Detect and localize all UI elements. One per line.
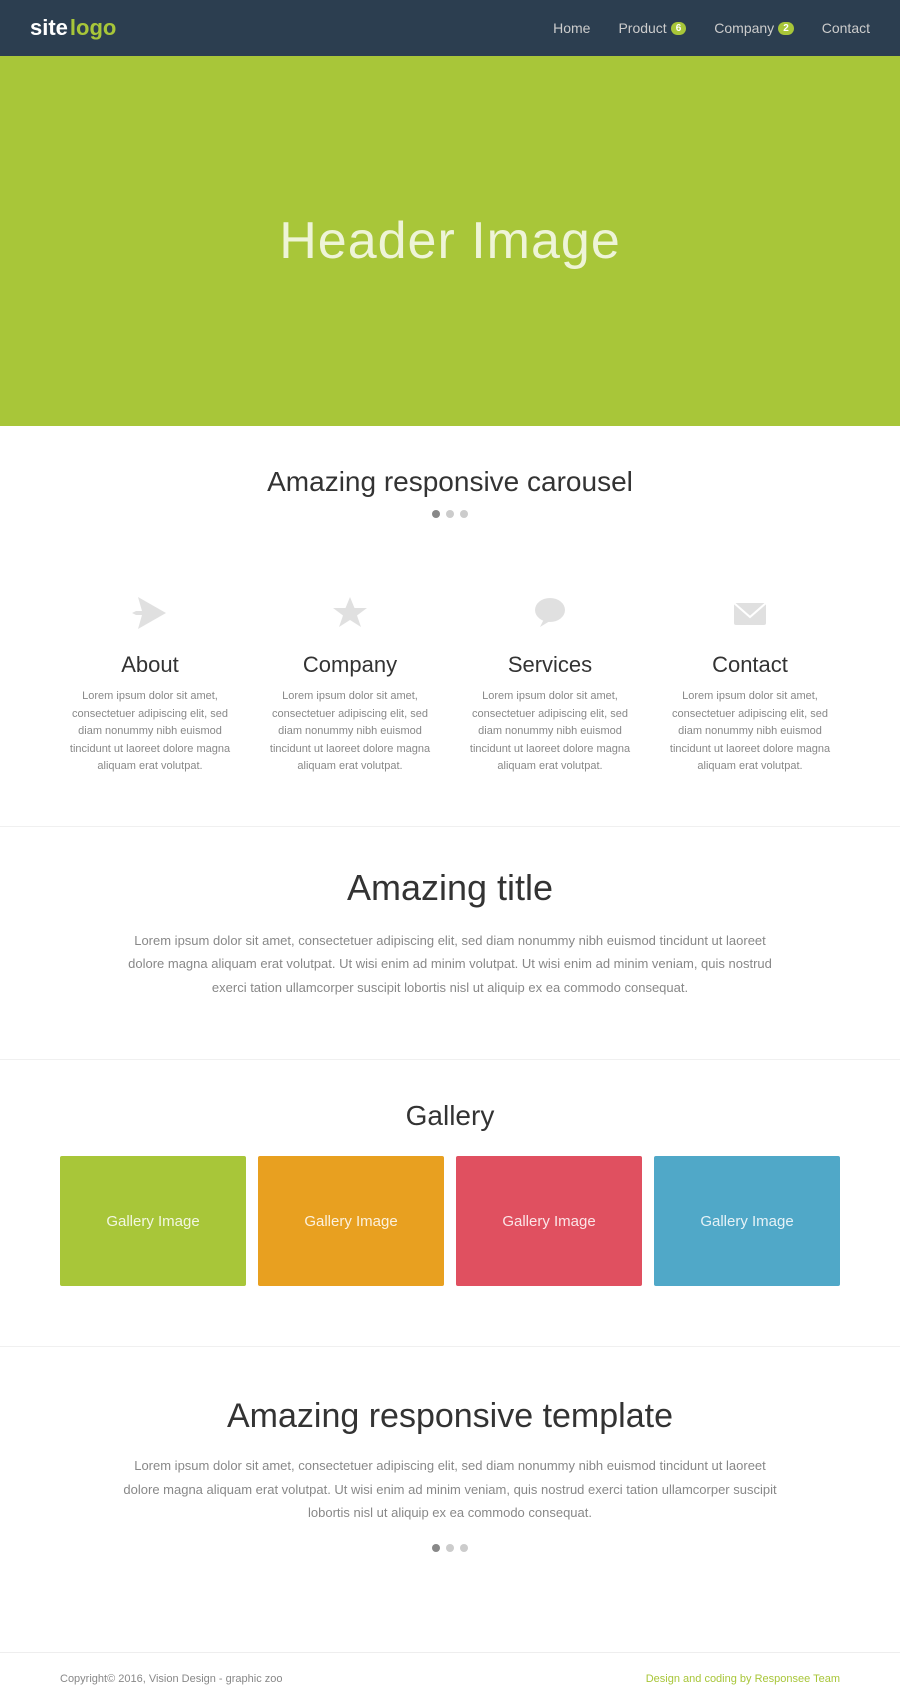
- star-icon: [260, 588, 440, 638]
- nav-company-badge: 2: [778, 22, 794, 35]
- template-dot-2[interactable]: [446, 1544, 454, 1552]
- nav-contact-label: Contact: [822, 20, 870, 36]
- feature-about: About Lorem ipsum dolor sit amet, consec…: [60, 588, 240, 776]
- amazing-title: Amazing title: [120, 867, 780, 909]
- footer: Copyright© 2016, Vision Design - graphic…: [0, 1652, 900, 1705]
- carousel-dot-2[interactable]: [446, 510, 454, 518]
- navbar: sitelogo Home Product 6 Company 2 Contac…: [0, 0, 900, 56]
- footer-copyright: Copyright© 2016, Vision Design - graphic…: [60, 1673, 283, 1685]
- nav-product[interactable]: Product 6: [618, 20, 686, 36]
- bubble-icon: [460, 588, 640, 638]
- feature-contact-desc: Lorem ipsum dolor sit amet, consectetuer…: [660, 688, 840, 776]
- gallery-title: Gallery: [60, 1100, 840, 1132]
- feature-contact: Contact Lorem ipsum dolor sit amet, cons…: [660, 588, 840, 776]
- nav-links: Home Product 6 Company 2 Contact: [553, 20, 870, 36]
- amazing-desc: Lorem ipsum dolor sit amet, consectetuer…: [120, 929, 780, 999]
- footer-credit: Design and coding by Responsee Team: [646, 1673, 840, 1685]
- feature-services-title: Services: [460, 652, 640, 678]
- nav-contact[interactable]: Contact: [822, 20, 870, 36]
- hero-section: Header Image: [0, 56, 900, 426]
- gallery-item-2[interactable]: Gallery Image: [258, 1156, 444, 1286]
- template-desc: Lorem ipsum dolor sit amet, consectetuer…: [120, 1454, 780, 1524]
- main-content: Amazing responsive carousel About Lorem …: [0, 426, 900, 1652]
- carousel-dot-3[interactable]: [460, 510, 468, 518]
- feature-about-title: About: [60, 652, 240, 678]
- gallery-item-1[interactable]: Gallery Image: [60, 1156, 246, 1286]
- feature-contact-title: Contact: [660, 652, 840, 678]
- gallery-item-4-label: Gallery Image: [700, 1213, 793, 1230]
- nav-company-label: Company: [714, 20, 774, 36]
- carousel-title: Amazing responsive carousel: [60, 466, 840, 498]
- logo[interactable]: sitelogo: [30, 15, 116, 41]
- carousel-section: Amazing responsive carousel: [0, 426, 900, 568]
- template-dot-3[interactable]: [460, 1544, 468, 1552]
- nav-home-label: Home: [553, 20, 590, 36]
- template-dot-1[interactable]: [432, 1544, 440, 1552]
- envelope-icon: [660, 588, 840, 638]
- nav-company[interactable]: Company 2: [714, 20, 793, 36]
- nav-home[interactable]: Home: [553, 20, 590, 36]
- template-section: Amazing responsive template Lorem ipsum …: [0, 1346, 900, 1652]
- feature-services-desc: Lorem ipsum dolor sit amet, consectetuer…: [460, 688, 640, 776]
- gallery-item-1-label: Gallery Image: [106, 1213, 199, 1230]
- logo-site-text: site: [30, 15, 68, 41]
- gallery-grid: Gallery Image Gallery Image Gallery Imag…: [60, 1156, 840, 1286]
- gallery-item-3[interactable]: Gallery Image: [456, 1156, 642, 1286]
- template-dots: [120, 1544, 780, 1552]
- gallery-item-2-label: Gallery Image: [304, 1213, 397, 1230]
- features-grid: About Lorem ipsum dolor sit amet, consec…: [0, 568, 900, 826]
- gallery-section: Gallery Gallery Image Gallery Image Gall…: [0, 1059, 900, 1346]
- carousel-dot-1[interactable]: [432, 510, 440, 518]
- amazing-section: Amazing title Lorem ipsum dolor sit amet…: [0, 826, 900, 1059]
- nav-product-badge: 6: [671, 22, 687, 35]
- hero-title: Header Image: [279, 211, 621, 271]
- feature-company: Company Lorem ipsum dolor sit amet, cons…: [260, 588, 440, 776]
- feature-about-desc: Lorem ipsum dolor sit amet, consectetuer…: [60, 688, 240, 776]
- nav-product-label: Product: [618, 20, 666, 36]
- template-title: Amazing responsive template: [120, 1397, 780, 1436]
- feature-company-title: Company: [260, 652, 440, 678]
- feature-services: Services Lorem ipsum dolor sit amet, con…: [460, 588, 640, 776]
- plane-icon: [60, 588, 240, 638]
- carousel-dots: [60, 510, 840, 518]
- logo-logo-text: logo: [70, 15, 116, 41]
- gallery-item-3-label: Gallery Image: [502, 1213, 595, 1230]
- gallery-item-4[interactable]: Gallery Image: [654, 1156, 840, 1286]
- feature-company-desc: Lorem ipsum dolor sit amet, consectetuer…: [260, 688, 440, 776]
